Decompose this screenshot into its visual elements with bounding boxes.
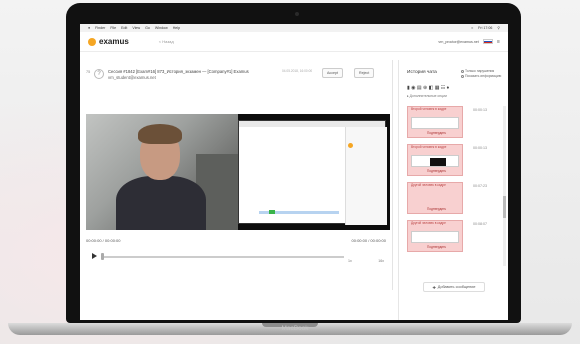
video-player[interactable] [86, 114, 390, 230]
logo-icon [88, 37, 96, 46]
filter-icons[interactable]: ▮ ◉ ▤ ⊕ ◧ ▦ ☷ ♦ [407, 85, 449, 91]
time-right: 00:00:00 / 00:00:00 [351, 238, 386, 243]
event-text: Другой человек в кадре [411, 221, 446, 225]
time-left: 00:00:00 / 00:00:00 [86, 238, 121, 243]
menu-finder[interactable]: Finder [95, 26, 105, 30]
event-time: 00:07:23 [473, 184, 487, 188]
proctor-sidebar [345, 127, 387, 225]
event-list: Второй человек в кадре Подтвердить 00:00… [407, 106, 503, 258]
menu-help[interactable]: Help [173, 26, 180, 30]
language-flag-icon[interactable] [482, 39, 493, 44]
speed-control[interactable]: 1x 16x [348, 250, 384, 264]
event-thumbnail[interactable] [411, 117, 459, 129]
list-item[interactable]: Другой человек в кадре Подтвердить 00:08… [407, 220, 503, 252]
event-text: Другой человек в кадре [411, 183, 446, 187]
event-text: Второй человек в кадре [411, 107, 447, 111]
panel-title: История чата [407, 70, 437, 75]
confirm-button[interactable]: Подтвердить [427, 131, 446, 135]
event-thumbnail[interactable] [411, 155, 459, 167]
radio-info[interactable] [461, 74, 464, 78]
events-panel: История чата Только нарушения Показать и… [398, 60, 508, 320]
person-hair-shape [138, 124, 182, 144]
mac-menu-bar: ● Finder File Edit View Go Window Help ≈… [80, 24, 508, 32]
event-time: 00:00:13 [473, 146, 487, 150]
speed-min: 1x [348, 259, 352, 263]
confirm-button[interactable]: Подтвердить [427, 245, 446, 249]
help-icon[interactable]: ? [94, 69, 104, 79]
menu-window[interactable]: Window [155, 26, 168, 30]
menu-view[interactable]: View [132, 26, 140, 30]
webcam-icon [295, 12, 299, 16]
event-time: 00:00:13 [473, 108, 487, 112]
radio-violations[interactable] [461, 69, 464, 73]
event-time: 00:08:07 [473, 222, 487, 226]
advanced-options-link[interactable]: ▸ Дополнительные опции [407, 94, 447, 98]
clock-text[interactable]: Fri 17:06 [478, 26, 492, 30]
webcam-feed [86, 114, 238, 230]
screen-recording [238, 120, 387, 225]
filter-radios: Только нарушения Показать информацию [461, 69, 501, 79]
add-comment-label: Добавить сообщение [437, 285, 476, 289]
play-icon[interactable] [92, 253, 97, 259]
menu-edit[interactable]: Edit [121, 26, 127, 30]
menu-file[interactable]: File [110, 26, 116, 30]
list-item[interactable]: Второй человек в кадре Подтвердить 00:00… [407, 144, 503, 176]
confirm-button[interactable]: Подтвердить [427, 207, 446, 211]
app-header: examus < Назад vrn_proctor@examus.net ☰ [80, 32, 508, 52]
search-icon[interactable]: ⚲ [497, 26, 500, 30]
time-readouts: 00:00:00 / 00:00:00 00:00:00 / 00:00:00 [86, 238, 386, 243]
scrollbar-thumb[interactable] [503, 196, 506, 218]
radio-violations-label[interactable]: Только нарушения [465, 69, 494, 73]
apple-icon[interactable]: ● [88, 26, 90, 30]
timeline-track[interactable] [104, 256, 344, 258]
list-item[interactable]: Второй человек в кадре Подтвердить 00:00… [407, 106, 503, 138]
accept-button[interactable]: Accept [322, 68, 343, 78]
event-text: Второй человек в кадре [411, 145, 447, 149]
column-divider [392, 60, 393, 290]
user-email[interactable]: vrn_proctor@examus.net [438, 40, 478, 44]
examus-logo[interactable]: examus [88, 37, 129, 46]
student-email: vrn_student@examus.net [108, 75, 156, 80]
logo-text: examus [99, 37, 129, 46]
green-button-shape [269, 210, 275, 214]
event-scrollbar[interactable] [503, 106, 506, 266]
player-controls: 1x 16x [86, 250, 386, 264]
menu-go[interactable]: Go [145, 26, 150, 30]
timeline-handle[interactable] [101, 253, 104, 260]
back-link[interactable]: < Назад [159, 39, 174, 44]
macbook-label: MacBook [281, 325, 309, 332]
confirm-button[interactable]: Подтвердить [427, 169, 446, 173]
radio-info-label[interactable]: Показать информацию [465, 74, 501, 78]
examus-dot-icon [348, 143, 353, 148]
add-comment-button[interactable]: ✚ Добавить сообщение [423, 282, 485, 292]
laptop-screen: ● Finder File Edit View Go Window Help ≈… [80, 24, 508, 320]
speed-max: 16x [378, 259, 384, 263]
reject-button[interactable]: Reject [354, 68, 375, 78]
session-header: 75 ? Сессия #1842 [Exam#16] 873_История_… [86, 68, 386, 90]
event-thumbnail[interactable] [411, 231, 459, 243]
person-body-shape [116, 176, 206, 230]
menu-icon[interactable]: ☰ [497, 40, 500, 44]
wifi-icon[interactable]: ≈ [471, 26, 473, 30]
plus-icon: ✚ [432, 285, 436, 290]
session-badge: 75 [86, 70, 91, 74]
event-filter-toolbar[interactable]: ▮ ◉ ▤ ⊕ ◧ ▦ ☷ ♦ [407, 85, 449, 91]
list-item[interactable]: Другой человек в кадре Подтвердить 00:07… [407, 182, 503, 214]
